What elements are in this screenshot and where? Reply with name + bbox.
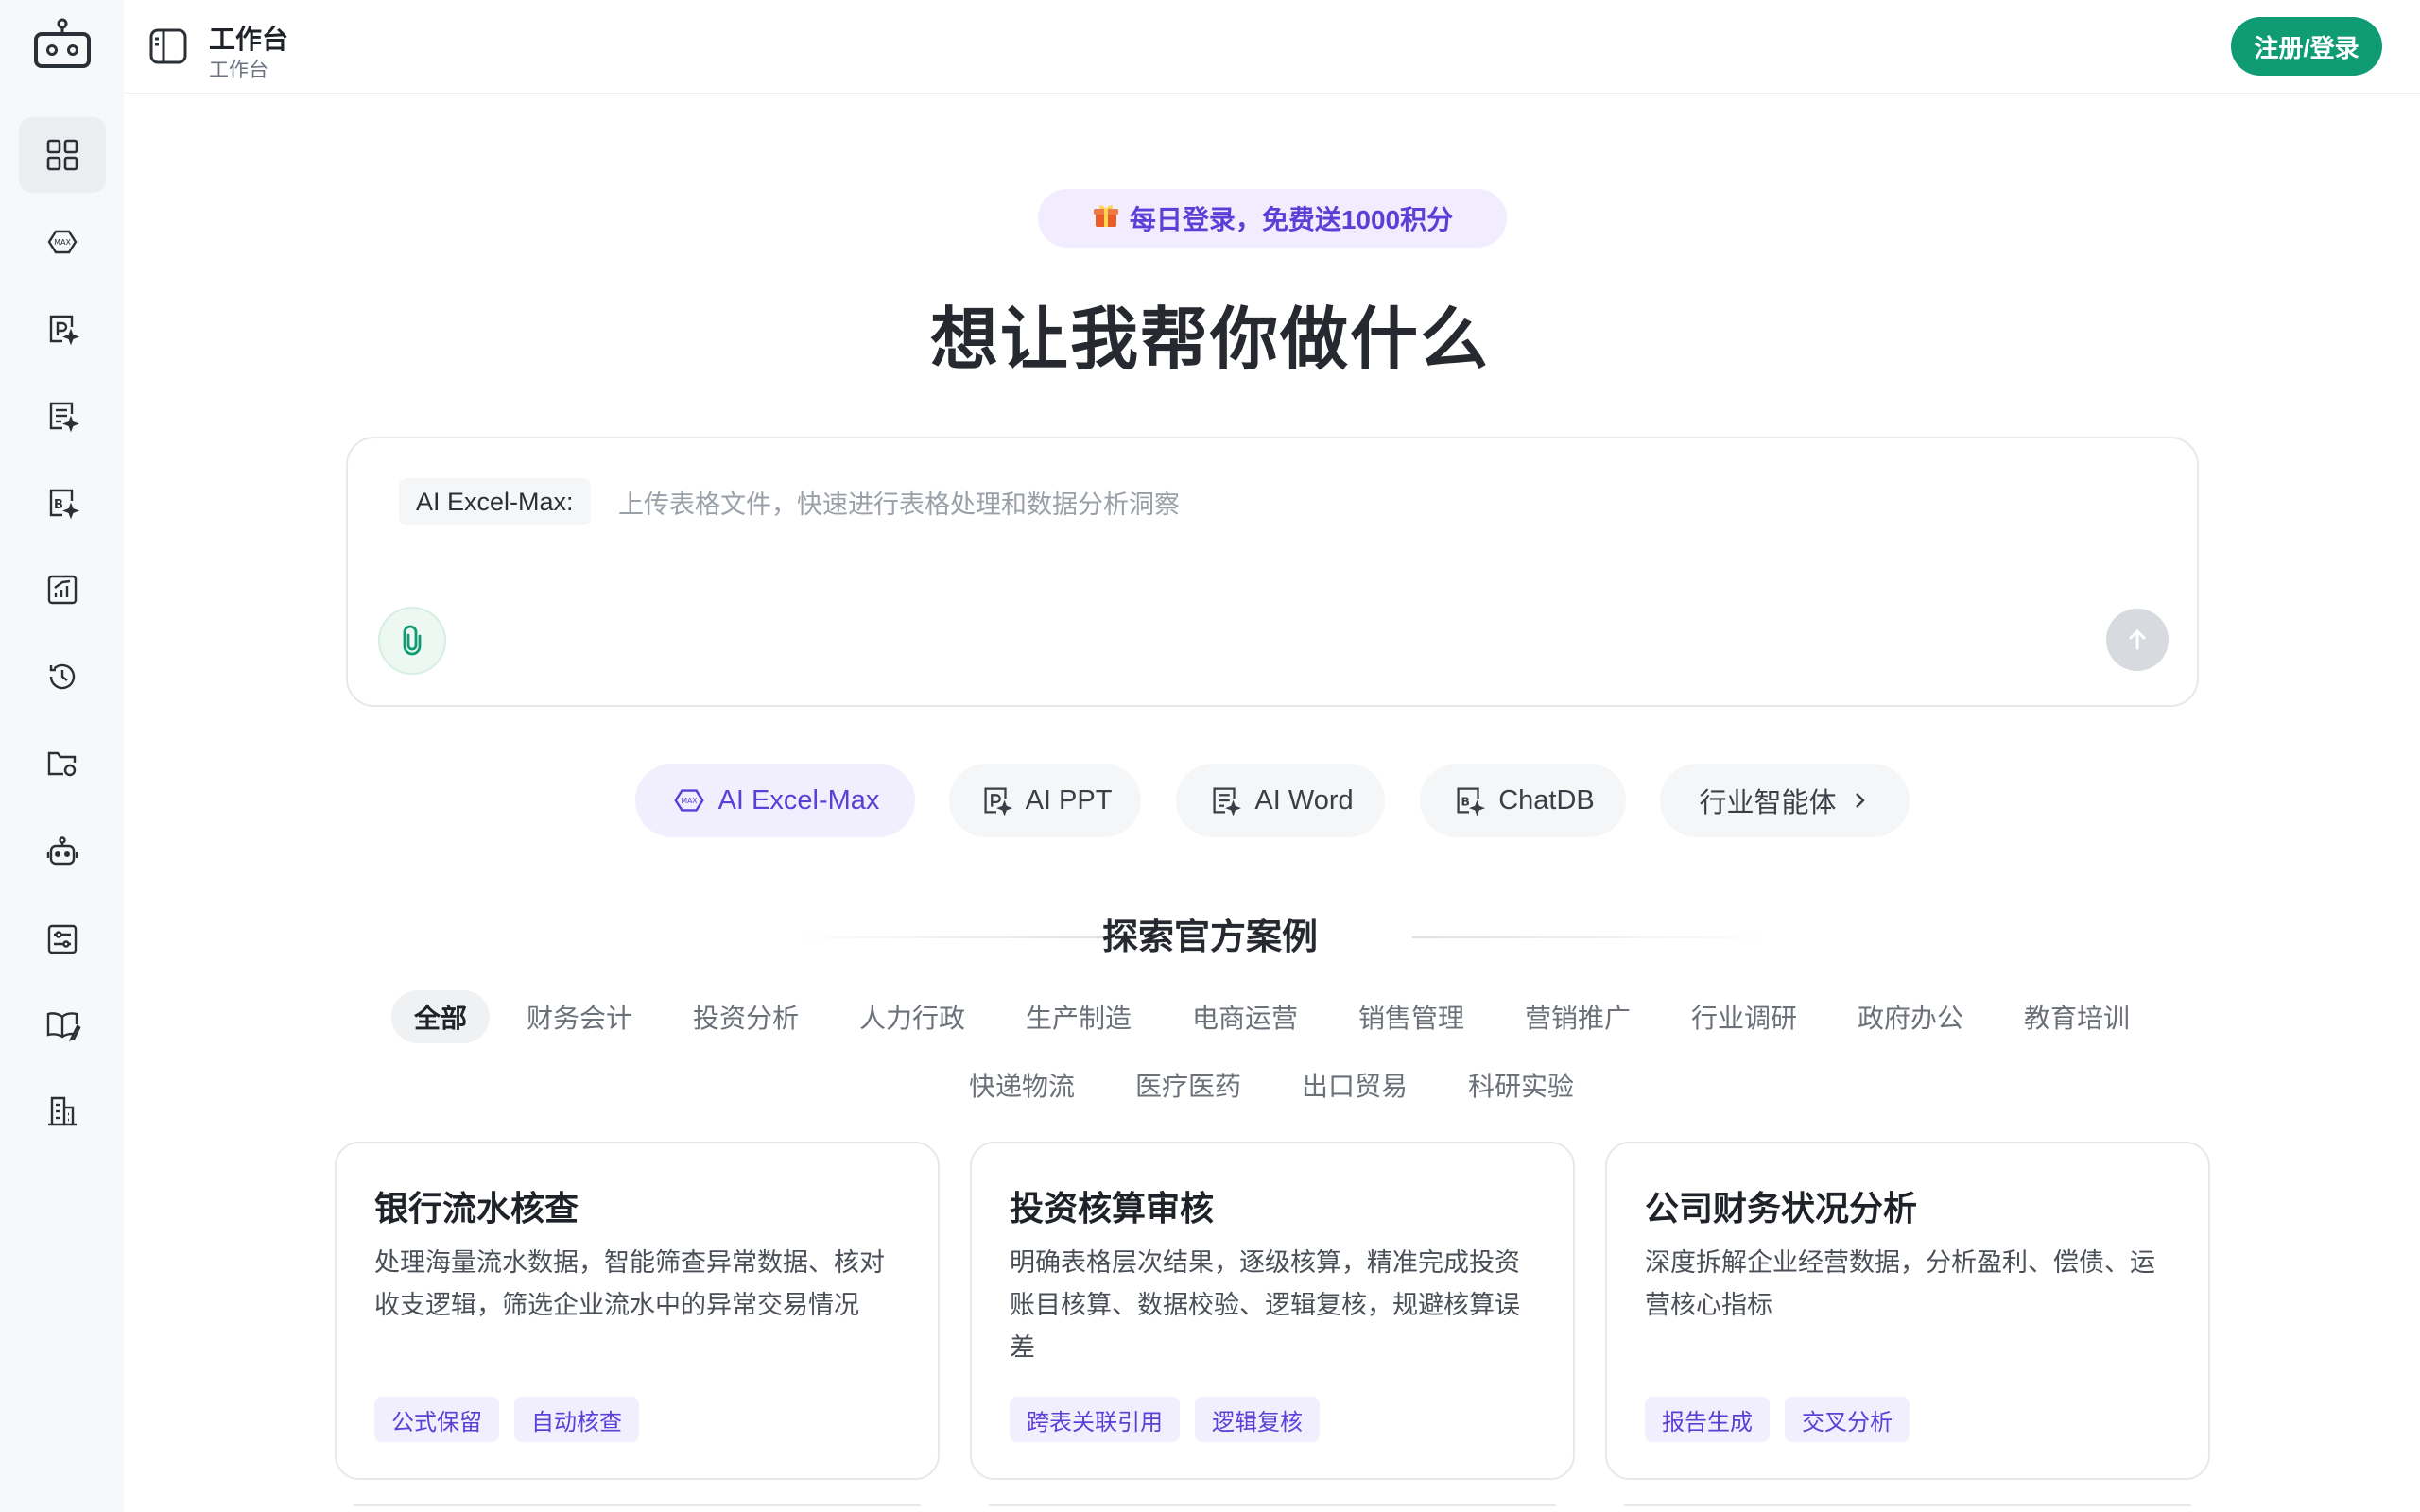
chart-icon — [47, 575, 78, 605]
ppt-icon — [984, 787, 1012, 816]
category-tab[interactable]: 教育培训 — [2017, 990, 2136, 1043]
book-icon — [46, 1012, 81, 1041]
chevron-right-icon — [1855, 793, 1865, 808]
case-card[interactable]: 投资核算审核 明确表格层次结果，逐级核算，精准完成投资账目核算、数据校验、逻辑复… — [970, 1142, 1575, 1480]
category-tab[interactable]: 快递物流 — [962, 1058, 1081, 1111]
attach-file-button[interactable] — [378, 607, 446, 675]
quick-action-label: AI Excel-Max — [717, 784, 880, 816]
chatdb-icon: B — [49, 489, 79, 520]
case-tag: 自动核查 — [514, 1397, 639, 1442]
chatdb-icon: B — [1457, 787, 1486, 816]
excel-max-icon: MAX — [47, 230, 78, 254]
case-card-tags: 报告生成 交叉分析 — [1645, 1397, 1910, 1442]
sidebar-item-workspace[interactable] — [19, 117, 106, 193]
gift-icon — [1092, 201, 1120, 236]
case-card-description: 深度拆解企业经营数据，分析盈利、偿债、运营核心指标 — [1645, 1248, 2155, 1319]
divider-right — [1412, 936, 1777, 938]
word-icon — [1213, 787, 1242, 816]
quick-action-label: AI PPT — [1025, 784, 1113, 816]
word-icon — [49, 402, 79, 433]
sidebar-toggle-icon[interactable] — [148, 26, 188, 66]
sidebar-item-enterprise[interactable] — [19, 1074, 106, 1149]
explore-title: 探索官方案例 — [1101, 918, 1318, 957]
register-login-button[interactable]: 注册/登录 — [2231, 17, 2382, 76]
category-tab[interactable]: 科研实验 — [1461, 1058, 1581, 1111]
history-icon — [49, 663, 76, 690]
hero-headline: 想让我帮你做什么 — [929, 302, 1490, 378]
quick-action-chatdb[interactable]: B ChatDB — [1420, 764, 1626, 837]
paperclip-icon — [403, 625, 422, 656]
case-card-tags: 跨表关联引用 逻辑复核 — [1010, 1397, 1320, 1442]
daily-login-promo[interactable]: 每日登录，免费送1000积分 — [1038, 189, 1507, 248]
category-tab[interactable]: 销售管理 — [1352, 990, 1471, 1043]
case-tag: 逻辑复核 — [1195, 1397, 1320, 1442]
quick-action-excel-max[interactable]: MAX AI Excel-Max — [635, 764, 915, 837]
category-tab[interactable]: 人力行政 — [853, 990, 972, 1043]
category-tab[interactable]: 政府办公 — [1851, 990, 1970, 1043]
send-button[interactable] — [2106, 609, 2169, 671]
quick-actions: MAX AI Excel-Max AI PPT AI Word B ChatDB… — [0, 764, 2420, 837]
case-card-title: 公司财务状况分析 — [1645, 1189, 1918, 1228]
case-card-next-row — [1624, 1504, 2191, 1512]
category-tab[interactable]: 投资分析 — [686, 990, 805, 1043]
sidebar-item-history[interactable] — [19, 639, 106, 714]
quick-action-label: 行业智能体 — [1699, 788, 1837, 818]
sidebar: MAX B — [0, 0, 124, 1512]
case-card[interactable]: 公司财务状况分析 深度拆解企业经营数据，分析盈利、偿债、运营核心指标 报告生成 … — [1605, 1142, 2210, 1480]
sidebar-item-ai-word[interactable] — [19, 378, 106, 454]
breadcrumb: 工作台 — [209, 60, 268, 81]
case-tag: 报告生成 — [1645, 1397, 1770, 1442]
quick-action-industry-agents[interactable]: 行业智能体 — [1660, 764, 1910, 837]
prompt-input-box[interactable]: AI Excel-Max: 上传表格文件，快速进行表格处理和数据分析洞察 — [346, 437, 2199, 707]
prompt-placeholder[interactable]: 上传表格文件，快速进行表格处理和数据分析洞察 — [618, 478, 1180, 525]
category-tab[interactable]: 电商运营 — [1185, 990, 1305, 1043]
building-icon — [48, 1096, 77, 1126]
category-tab[interactable]: 出口贸易 — [1295, 1058, 1414, 1111]
case-card-description: 明确表格层次结果，逐级核算，精准完成投资账目核算、数据校验、逻辑复核，规避核算误… — [1010, 1248, 1520, 1362]
sidebar-item-chatdb[interactable]: B — [19, 465, 106, 541]
promo-text: 每日登录，免费送1000积分 — [1129, 205, 1454, 234]
case-tag: 公式保留 — [374, 1397, 499, 1442]
case-tag: 交叉分析 — [1785, 1397, 1910, 1442]
sidebar-item-analysis[interactable] — [19, 552, 106, 627]
arrow-up-icon — [2129, 628, 2146, 650]
case-card-next-row — [354, 1504, 921, 1512]
excel-max-icon: MAX — [673, 789, 704, 812]
case-card-next-row — [989, 1504, 1556, 1512]
quick-action-label: ChatDB — [1498, 784, 1595, 816]
case-card-title: 投资核算审核 — [1010, 1189, 1215, 1228]
sidebar-item-knowledge[interactable] — [19, 987, 106, 1062]
sidebar-item-excel-max[interactable]: MAX — [19, 204, 106, 280]
svg-text:MAX: MAX — [54, 238, 71, 247]
svg-text:B: B — [1461, 796, 1470, 809]
category-tab[interactable]: 医疗医药 — [1129, 1058, 1248, 1111]
robot-icon — [46, 836, 78, 866]
robot-logo-icon[interactable] — [32, 17, 93, 70]
category-tab[interactable]: 营销推广 — [1518, 990, 1637, 1043]
svg-text:B: B — [54, 498, 63, 512]
case-card-tags: 公式保留 自动核查 — [374, 1397, 639, 1442]
case-tag: 跨表关联引用 — [1010, 1397, 1180, 1442]
category-tab[interactable]: 生产制造 — [1019, 990, 1138, 1043]
quick-action-label: AI Word — [1254, 784, 1354, 816]
category-tab[interactable]: 财务会计 — [520, 990, 639, 1043]
quick-action-ai-ppt[interactable]: AI PPT — [949, 764, 1141, 837]
category-tab[interactable]: 行业调研 — [1685, 990, 1804, 1043]
topbar: 工作台 工作台 注册/登录 — [124, 0, 2420, 94]
case-card[interactable]: 银行流水核查 处理海量流水数据，智能筛查异常数据、核对收支逻辑，筛选企业流水中的… — [335, 1142, 940, 1480]
grid-icon — [46, 139, 78, 171]
category-tab[interactable]: 全部 — [391, 990, 490, 1043]
quick-action-ai-word[interactable]: AI Word — [1176, 764, 1385, 837]
svg-text:MAX: MAX — [681, 797, 697, 805]
mode-tag[interactable]: AI Excel-Max: — [399, 478, 591, 525]
case-card-title: 银行流水核查 — [374, 1189, 579, 1228]
page-title: 工作台 — [209, 25, 289, 54]
case-card-description: 处理海量流水数据，智能筛查异常数据、核对收支逻辑，筛选企业流水中的异常交易情况 — [374, 1248, 885, 1319]
